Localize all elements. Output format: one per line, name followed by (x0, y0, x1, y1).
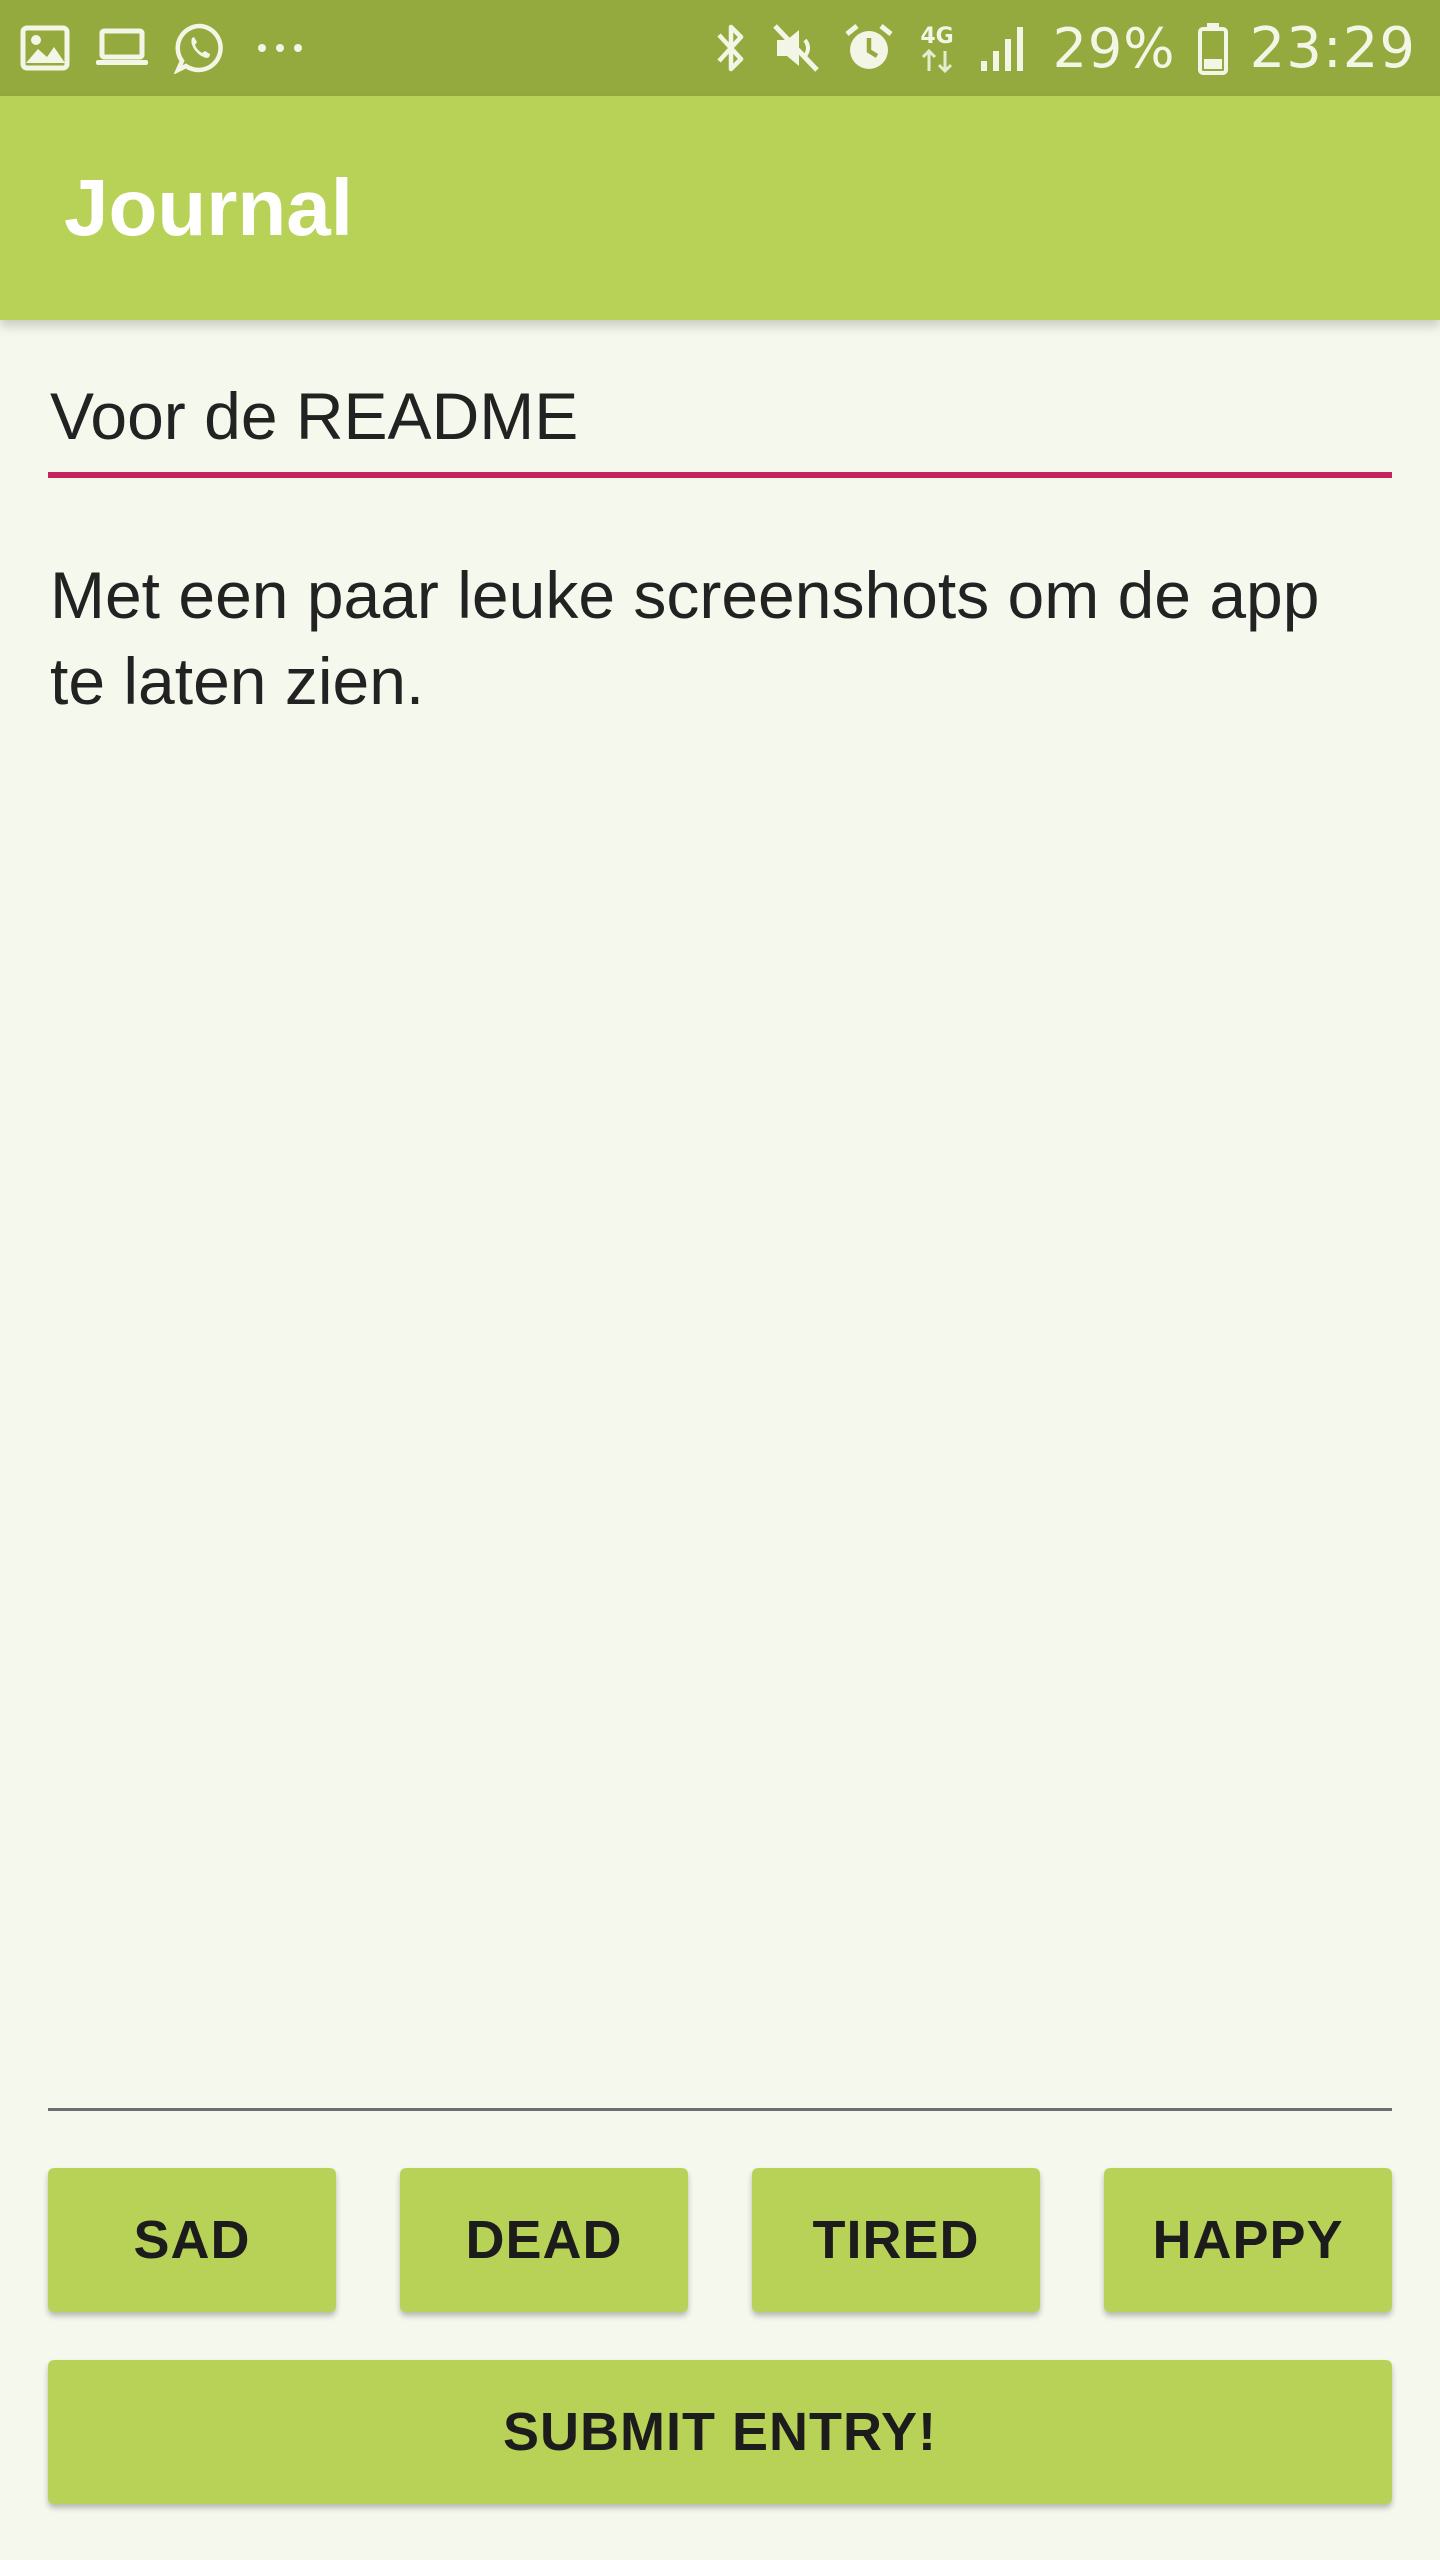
entry-title-field[interactable]: Voor de README (48, 360, 1392, 478)
mood-dead-button[interactable]: DEAD (400, 2168, 688, 2312)
status-bar: 4G 29% 23:29 (0, 0, 1440, 96)
mood-sad-button[interactable]: SAD (48, 2168, 336, 2312)
entry-title-value: Voor de README (50, 379, 579, 453)
mood-button-row: SAD DEAD TIRED HAPPY (48, 2168, 1392, 2312)
submit-entry-button[interactable]: SUBMIT ENTRY! (48, 2360, 1392, 2504)
status-left-icons (20, 18, 310, 78)
app-bar: Journal (0, 96, 1440, 320)
battery-percent: 29% (1052, 16, 1176, 80)
clock: 23:29 (1249, 15, 1416, 81)
page-title: Journal (64, 163, 353, 252)
mood-happy-button[interactable]: HAPPY (1104, 2168, 1392, 2312)
status-right-icons: 4G 29% 23:29 (713, 12, 1416, 84)
network-4g-icon: 4G (917, 21, 957, 75)
image-icon (20, 25, 70, 71)
signal-icon (979, 23, 1031, 73)
entry-body-value: Met een paar leuke screenshots om de app… (50, 558, 1320, 718)
laptop-icon (94, 28, 150, 68)
mood-tired-button[interactable]: TIRED (752, 2168, 1040, 2312)
svg-text:4G: 4G (920, 24, 953, 49)
alarm-icon (843, 22, 895, 74)
whatsapp-icon (174, 22, 226, 74)
bluetooth-icon (713, 21, 749, 75)
battery-icon (1197, 21, 1228, 75)
mute-icon (771, 22, 821, 74)
entry-body-field[interactable]: Met een paar leuke screenshots om de app… (48, 540, 1392, 2111)
more-dots-icon (250, 38, 310, 58)
